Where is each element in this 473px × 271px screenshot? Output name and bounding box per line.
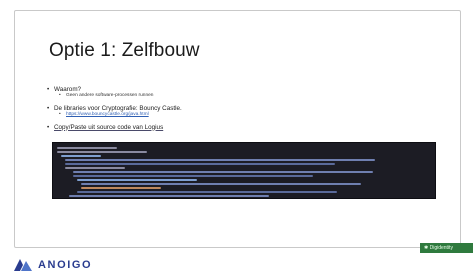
sub-bullet-reason: Geen andere software-processen runnen xyxy=(59,93,437,99)
anoigo-mark-icon xyxy=(14,259,32,271)
bullet-list: Waarom? Geen andere software-processen r… xyxy=(47,86,437,131)
bouncycastle-link[interactable]: https://www.bouncycastle.org/java.html xyxy=(66,112,149,117)
anoigo-logo: ANOIGO xyxy=(14,259,92,271)
bullet-libraries: De libraries voor Cryptografie: Bouncy C… xyxy=(47,105,437,112)
slide-title: Optie 1: Zelfbouw xyxy=(49,40,200,61)
badge-text: Digidentity xyxy=(429,245,453,251)
code-screenshot xyxy=(52,142,436,199)
bullet-copy-paste: Copy/Paste uit source code van Logius xyxy=(47,124,437,131)
sub-bullet-link[interactable]: https://www.bouncycastle.org/java.html xyxy=(59,112,437,118)
digidentity-badge: ✱ Digidentity xyxy=(420,243,473,253)
logo-text: ANOIGO xyxy=(38,259,93,271)
